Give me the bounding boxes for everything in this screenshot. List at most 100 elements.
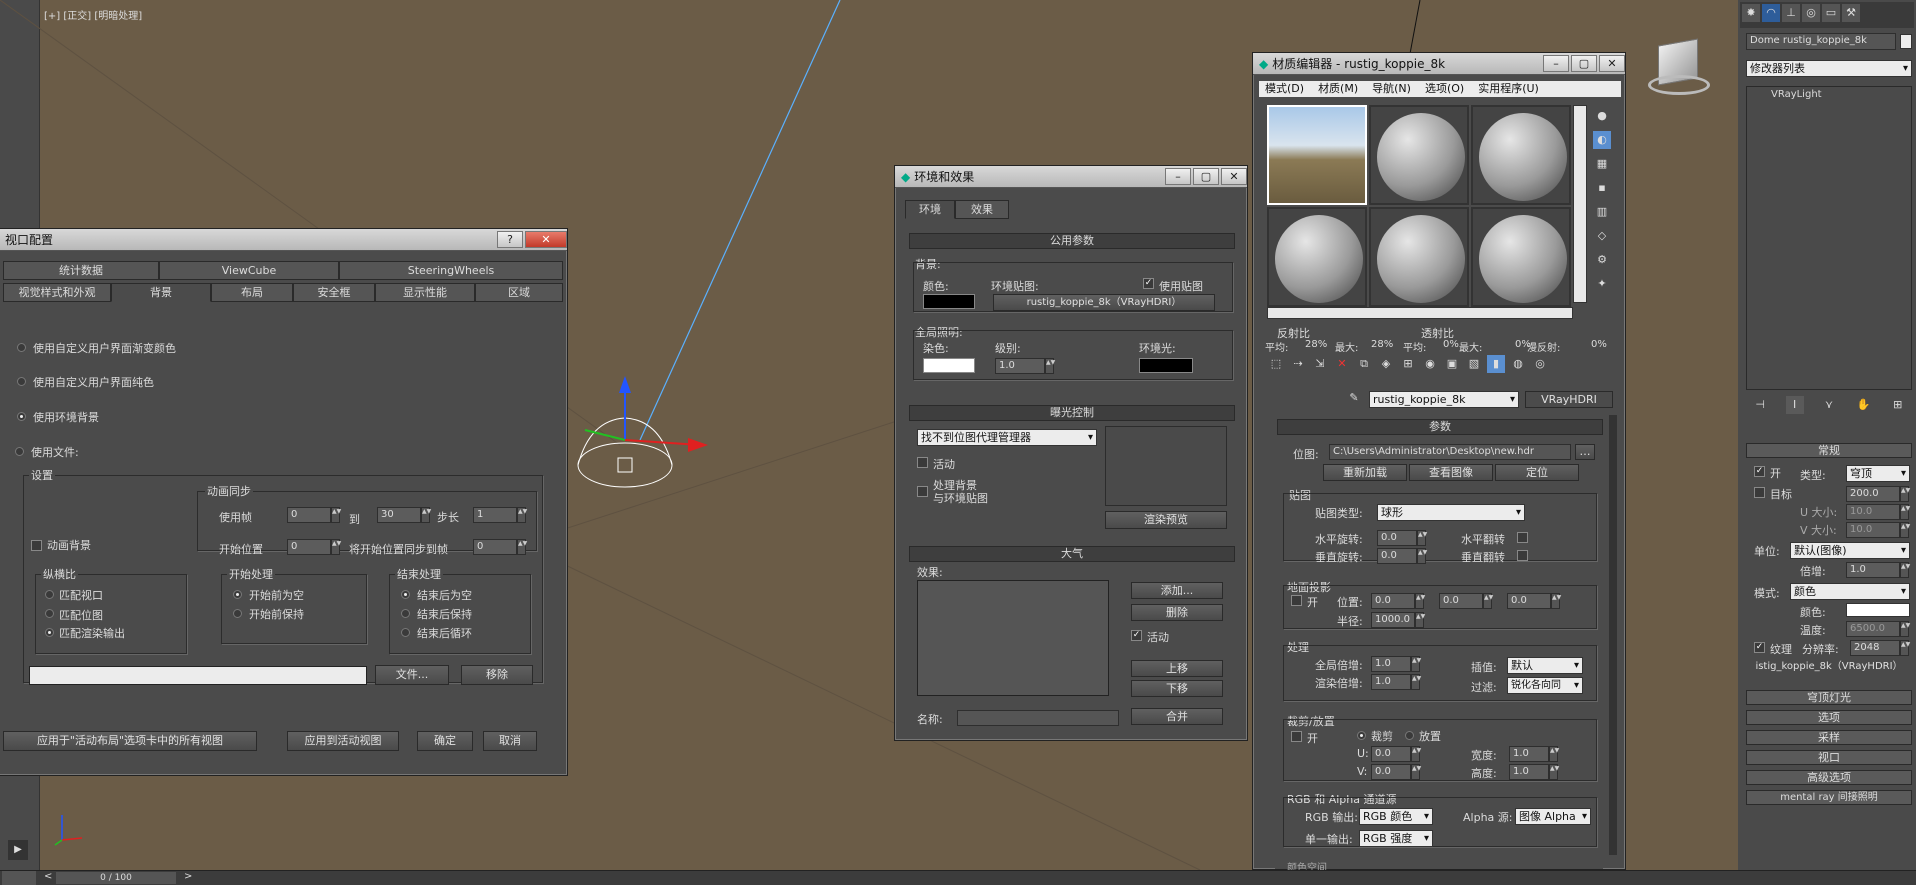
width-spinner[interactable]: ▲▼ xyxy=(1549,746,1559,762)
temperature-field[interactable]: 6500.0 xyxy=(1846,621,1900,637)
usemap-checkbox[interactable]: ✓ xyxy=(1143,278,1154,289)
target-checkbox[interactable] xyxy=(1754,487,1765,498)
exposure-active-checkbox[interactable] xyxy=(917,457,928,468)
tab-effects[interactable]: 效果 xyxy=(955,200,1009,219)
end-loop-radio[interactable] xyxy=(401,628,410,637)
aspect-viewport-radio[interactable] xyxy=(45,590,54,599)
v-spinner[interactable]: ▲▼ xyxy=(1411,764,1421,780)
height-spinner[interactable]: ▲▼ xyxy=(1549,764,1559,780)
create-tab-icon[interactable]: ✸ xyxy=(1742,4,1760,22)
prev-frame-icon[interactable]: < xyxy=(44,871,52,882)
radius-spinner[interactable]: ▲▼ xyxy=(1415,612,1425,628)
frame-to-field[interactable]: 30 xyxy=(377,507,421,523)
tab-steeringwheels[interactable]: SteeringWheels xyxy=(339,261,563,280)
remove-modifier-icon[interactable]: ✋ xyxy=(1854,396,1872,414)
minimize-button[interactable]: – xyxy=(1543,55,1569,72)
menu-utilities[interactable]: 实用程序(U) xyxy=(1478,81,1539,97)
crop-on-checkbox[interactable] xyxy=(1291,731,1302,742)
frame-to-spinner[interactable]: ▲▼ xyxy=(421,507,431,523)
close-button[interactable]: ✕ xyxy=(525,231,567,248)
texture-map-button[interactable]: istig_koppie_8k（VRayHDRI） xyxy=(1746,658,1912,675)
light-color-swatch[interactable] xyxy=(1846,603,1910,617)
tab-safe-frame[interactable]: 安全框 xyxy=(293,283,375,302)
texture-checkbox[interactable]: ✓ xyxy=(1754,642,1765,653)
exposure-rollout[interactable]: 曝光控制 xyxy=(909,405,1235,421)
vrot-spinner[interactable]: ▲▼ xyxy=(1417,548,1427,564)
gmult-field[interactable]: 1.0 xyxy=(1371,656,1411,672)
monoout-select[interactable]: RGB 强度 xyxy=(1359,830,1433,847)
tab-viewcube[interactable]: ViewCube xyxy=(159,261,339,280)
radius-field[interactable]: 1000.0 xyxy=(1371,612,1415,628)
filter-select[interactable]: 锐化各向同 xyxy=(1507,677,1583,694)
reload-button[interactable]: 重新加载 xyxy=(1323,464,1407,481)
exposure-select[interactable]: 找不到位图代理管理器 xyxy=(917,429,1097,446)
light-on-checkbox[interactable]: ✓ xyxy=(1754,466,1765,477)
viewcube[interactable] xyxy=(1648,38,1710,95)
close-button[interactable]: ✕ xyxy=(1599,55,1625,72)
menu-mode[interactable]: 模式(D) xyxy=(1265,81,1304,97)
multiplier-spinner[interactable]: ▲▼ xyxy=(1900,562,1910,578)
u-field[interactable]: 0.0 xyxy=(1371,746,1411,762)
stack-item-vraylight[interactable]: VRayLight xyxy=(1771,89,1822,100)
vflip-checkbox[interactable] xyxy=(1517,550,1528,561)
end-empty-radio[interactable] xyxy=(401,590,410,599)
mode-select[interactable]: 颜色 xyxy=(1790,583,1910,600)
reset-map-icon[interactable]: ✕ xyxy=(1333,355,1351,373)
usize-field[interactable]: 10.0 xyxy=(1846,504,1900,520)
slots-hscrollbar[interactable] xyxy=(1267,307,1573,319)
map-name-select[interactable]: rustig_koppie_8k xyxy=(1369,391,1519,408)
material-slot-2[interactable] xyxy=(1369,105,1469,205)
vrot-field[interactable]: 0.0 xyxy=(1377,548,1417,564)
step-field[interactable]: 1 xyxy=(473,507,517,523)
help-button[interactable]: ? xyxy=(497,231,523,248)
option-file-radio[interactable] xyxy=(15,447,24,456)
rmult-spinner[interactable]: ▲▼ xyxy=(1411,674,1421,690)
pick-from-object-icon[interactable]: ◎ xyxy=(1531,355,1549,373)
type-select[interactable]: 穹顶 xyxy=(1846,465,1910,482)
params-scrollbar[interactable] xyxy=(1609,415,1617,855)
get-material-icon[interactable]: ⬚ xyxy=(1267,355,1285,373)
motion-tab-icon[interactable]: ◎ xyxy=(1802,4,1820,22)
material-slot-5[interactable] xyxy=(1369,207,1469,307)
time-slider[interactable]: 0 / 100 xyxy=(56,872,176,884)
step-spinner[interactable]: ▲▼ xyxy=(517,507,527,523)
display-tab-icon[interactable]: ▭ xyxy=(1822,4,1840,22)
ambient-swatch[interactable] xyxy=(1139,358,1193,373)
start-empty-radio[interactable] xyxy=(233,590,242,599)
tab-visual-style[interactable]: 视觉样式和外观 xyxy=(3,283,111,302)
viewport-label[interactable]: [+] [正交] [明暗处理] xyxy=(44,7,142,22)
material-slot-3[interactable] xyxy=(1471,105,1571,205)
usize-spinner[interactable]: ▲▼ xyxy=(1900,504,1910,520)
timeline-toggle-button[interactable] xyxy=(2,871,36,885)
resolution-field[interactable]: 2048 xyxy=(1850,640,1900,656)
material-slot-4[interactable] xyxy=(1267,207,1367,307)
aspect-bitmap-radio[interactable] xyxy=(45,609,54,618)
viewport-rollout[interactable]: 视口 xyxy=(1746,750,1912,765)
slots-vscrollbar[interactable] xyxy=(1573,105,1587,303)
option-env-bg-radio[interactable] xyxy=(17,412,26,421)
rgbout-select[interactable]: RGB 颜色 xyxy=(1359,808,1433,825)
modifier-list-select[interactable]: 修改器列表 xyxy=(1746,60,1912,77)
modifier-stack[interactable]: VRayLight xyxy=(1746,86,1912,390)
ground-pos-x-field[interactable]: 0.0 xyxy=(1371,593,1415,609)
start-pos-spinner[interactable]: ▲▼ xyxy=(331,539,341,555)
units-select[interactable]: 默认(图像) xyxy=(1790,542,1910,559)
merge-button[interactable]: 合并 xyxy=(1131,708,1223,725)
ground-pos-z-field[interactable]: 0.0 xyxy=(1507,593,1551,609)
u-spinner[interactable]: ▲▼ xyxy=(1411,746,1421,762)
browse-button[interactable]: … xyxy=(1575,444,1595,460)
crop-radio[interactable] xyxy=(1357,731,1366,740)
envmap-button[interactable]: rustig_koppie_8k（VRayHDRI） xyxy=(993,294,1215,311)
bitmap-path-field[interactable]: C:\Users\Administrator\Desktop\new.hdr xyxy=(1329,444,1571,460)
go-to-parent-icon[interactable]: ▮ xyxy=(1487,355,1505,373)
menu-navigation[interactable]: 导航(N) xyxy=(1372,81,1411,97)
resolution-spinner[interactable]: ▲▼ xyxy=(1900,640,1910,656)
vsize-field[interactable]: 10.0 xyxy=(1846,522,1900,538)
anim-bg-checkbox[interactable] xyxy=(31,540,42,551)
video-color-icon[interactable]: ▥ xyxy=(1593,203,1611,221)
option-gradient-radio[interactable] xyxy=(17,343,26,352)
play-icon[interactable]: ▶ xyxy=(8,840,28,860)
temperature-spinner[interactable]: ▲▼ xyxy=(1900,621,1910,637)
common-params-rollout[interactable]: 公用参数 xyxy=(909,233,1235,249)
level-spinner[interactable]: ▲▼ xyxy=(1045,358,1055,374)
